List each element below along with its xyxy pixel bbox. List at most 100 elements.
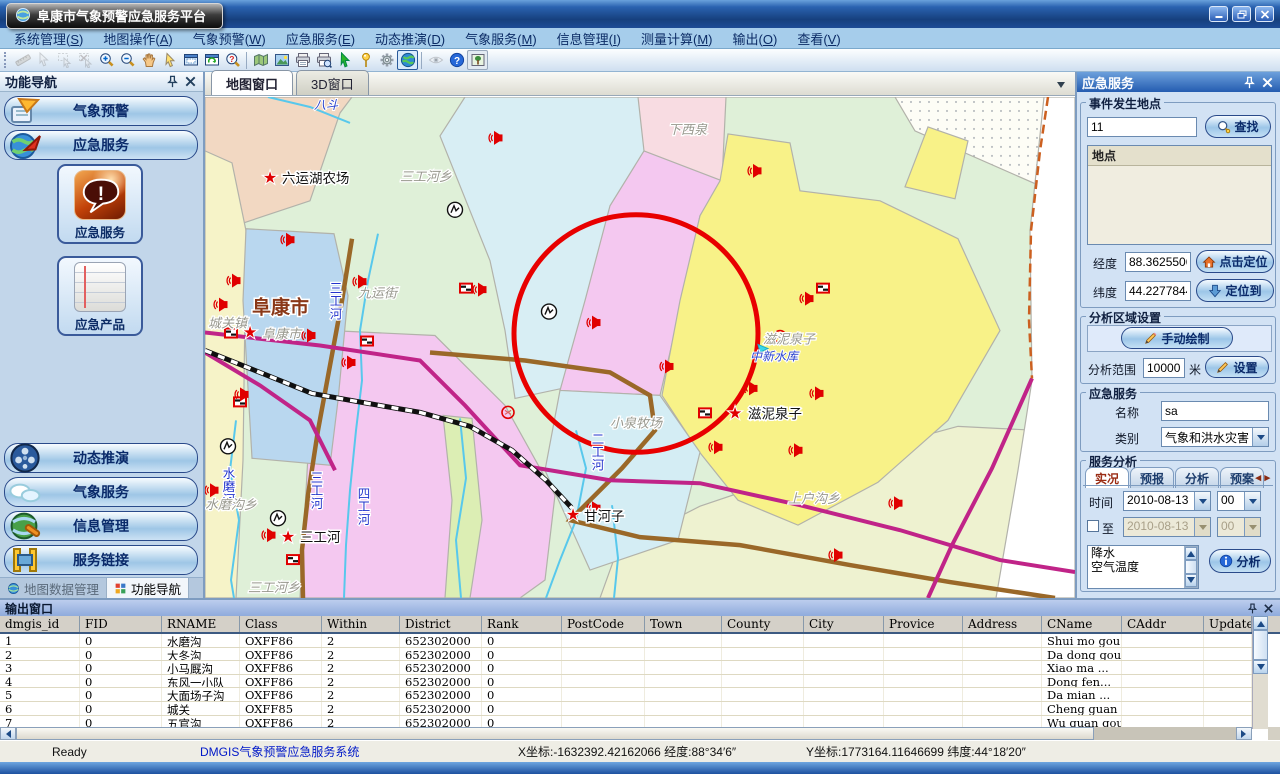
menu-item-3[interactable]: 应急服务(E) bbox=[276, 27, 365, 50]
flag-marker[interactable] bbox=[360, 336, 374, 347]
column-header-FID[interactable]: FID bbox=[80, 616, 162, 632]
column-header-RNAME[interactable]: RNAME bbox=[162, 616, 240, 632]
toolbar-print-preview[interactable] bbox=[313, 50, 334, 70]
date-select[interactable]: 2010-08-13 bbox=[1123, 491, 1211, 511]
table-row[interactable]: 10水磨沟OXFF8626523020000Shui mo gou bbox=[0, 634, 1252, 648]
place-list[interactable]: 地点 bbox=[1087, 145, 1272, 245]
toolbar-identify-magnifier[interactable]: ? bbox=[222, 50, 243, 70]
service-type-select[interactable]: 气象和洪水灾害 bbox=[1161, 427, 1269, 447]
nav-group-globe-arrow[interactable]: 应急服务 bbox=[4, 130, 198, 160]
event-location-input[interactable] bbox=[1087, 117, 1197, 137]
pin-icon[interactable] bbox=[1242, 75, 1257, 90]
column-header-Provice[interactable]: Provice bbox=[884, 616, 963, 632]
analyze-button[interactable]: 分析 bbox=[1209, 549, 1271, 573]
hour-select[interactable]: 00 bbox=[1217, 491, 1261, 511]
station-marker[interactable] bbox=[271, 511, 286, 526]
scroll-left-icon[interactable] bbox=[0, 727, 16, 740]
table-row[interactable]: 40东风一小队OXFF8626523020000Dong fen... bbox=[0, 675, 1252, 689]
table-row[interactable]: 60城关OXFF8526523020000Cheng guan bbox=[0, 702, 1252, 716]
table-vertical-scrollbar[interactable] bbox=[1252, 616, 1268, 729]
scroll-down-icon[interactable] bbox=[1185, 574, 1197, 587]
menu-item-0[interactable]: 系统管理(S) bbox=[4, 27, 93, 50]
column-header-CName[interactable]: CName bbox=[1042, 616, 1122, 632]
nav-group-globe-tools[interactable]: 信息管理 bbox=[4, 511, 198, 541]
table-horizontal-scrollbar[interactable] bbox=[0, 727, 1252, 740]
menu-item-1[interactable]: 地图操作(A) bbox=[93, 27, 182, 50]
toolbar-green-pointer[interactable] bbox=[334, 50, 355, 70]
shortcut-alert-bubble[interactable]: !应急服务 bbox=[57, 164, 143, 244]
scroll-up-icon[interactable] bbox=[1185, 547, 1197, 560]
toolbar-grip[interactable] bbox=[4, 52, 8, 68]
column-header-Update[interactable]: Update bbox=[1204, 616, 1252, 632]
column-header-Within[interactable]: Within bbox=[322, 616, 400, 632]
toolbar-globe-service[interactable] bbox=[397, 50, 418, 70]
scroll-right-icon[interactable] bbox=[1236, 727, 1252, 740]
pin-icon[interactable] bbox=[1246, 602, 1259, 615]
find-button[interactable]: 查找 bbox=[1205, 115, 1271, 138]
map-tab-dropdown-icon[interactable] bbox=[1053, 76, 1069, 92]
restore-button[interactable] bbox=[1232, 6, 1251, 22]
table-row[interactable]: 50大面场子沟OXFF8626523020000Da mian ... bbox=[0, 688, 1252, 702]
column-header-District[interactable]: District bbox=[400, 616, 482, 632]
column-header-dmgis_id[interactable]: dmgis_id bbox=[0, 616, 80, 632]
map-tab-1[interactable]: 3D窗口 bbox=[296, 70, 369, 95]
tab-scroll-right-icon[interactable]: ▸ bbox=[1263, 471, 1271, 484]
column-header-City[interactable]: City bbox=[804, 616, 884, 632]
shortcut-notepad[interactable]: 应急产品 bbox=[57, 256, 143, 336]
panel-tab-0[interactable]: 地图数据管理 bbox=[0, 578, 107, 598]
nav-group-clouds[interactable]: 气象服务 bbox=[4, 477, 198, 507]
place-list-header[interactable]: 地点 bbox=[1088, 146, 1271, 166]
toolbar-zoom-out[interactable] bbox=[117, 50, 138, 70]
column-header-CAddr[interactable]: CAddr bbox=[1122, 616, 1204, 632]
scroll-down-icon[interactable] bbox=[1253, 660, 1268, 674]
dropdown-arrow-icon[interactable] bbox=[1194, 492, 1210, 510]
star-marker[interactable]: ★ bbox=[281, 529, 295, 546]
manual-draw-button[interactable]: 手动绘制 bbox=[1121, 327, 1233, 349]
locate-to-button[interactable]: 定位到 bbox=[1196, 279, 1274, 302]
flag-marker[interactable] bbox=[286, 554, 300, 565]
nav-group-film-reel[interactable]: 动态推演 bbox=[4, 443, 198, 473]
service-name-input[interactable] bbox=[1161, 401, 1269, 421]
flag-marker[interactable] bbox=[459, 283, 473, 294]
menu-item-5[interactable]: 气象服务(M) bbox=[455, 27, 547, 50]
station-marker[interactable] bbox=[221, 439, 236, 454]
toolbar-gear-settings[interactable] bbox=[376, 50, 397, 70]
column-header-Address[interactable]: Address bbox=[963, 616, 1042, 632]
menu-item-8[interactable]: 输出(O) bbox=[723, 27, 788, 50]
column-header-Town[interactable]: Town bbox=[645, 616, 722, 632]
element-listbox[interactable]: 降水空气温度 bbox=[1087, 545, 1199, 589]
scroll-thumb[interactable] bbox=[1185, 560, 1197, 574]
toolbar-zoom-in[interactable] bbox=[96, 50, 117, 70]
menu-item-2[interactable]: 气象预警(W) bbox=[183, 27, 276, 50]
close-icon[interactable] bbox=[183, 74, 198, 89]
star-marker[interactable]: ★ bbox=[263, 170, 277, 187]
close-button[interactable] bbox=[1255, 6, 1274, 22]
column-header-County[interactable]: County bbox=[722, 616, 804, 632]
table-row[interactable]: 20大冬沟OXFF8626523020000Da dong gou bbox=[0, 648, 1252, 662]
menu-item-4[interactable]: 动态推演(D) bbox=[365, 27, 455, 50]
station-marker[interactable] bbox=[448, 202, 463, 217]
map-tab-0[interactable]: 地图窗口 bbox=[211, 70, 293, 95]
column-header-Rank[interactable]: Rank bbox=[482, 616, 562, 632]
to-checkbox[interactable] bbox=[1087, 520, 1099, 532]
map-canvas[interactable]: ★★★★★三工河三工河四工河水磨河二工河六运湖农场三工河乡下西泉九运街阜康市城关… bbox=[205, 96, 1075, 598]
listbox-scrollbar[interactable] bbox=[1184, 546, 1198, 588]
flag-marker[interactable] bbox=[816, 283, 830, 294]
station-marker[interactable] bbox=[542, 304, 557, 319]
element-item-0[interactable]: 降水 bbox=[1088, 546, 1198, 560]
star-marker[interactable]: ★ bbox=[566, 507, 580, 524]
set-range-button[interactable]: 设置 bbox=[1205, 356, 1269, 378]
scroll-thumb[interactable] bbox=[16, 727, 1094, 740]
scroll-up-icon[interactable] bbox=[1253, 616, 1268, 630]
star-marker[interactable]: ★ bbox=[728, 405, 742, 422]
menu-item-7[interactable]: 测量计算(M) bbox=[631, 27, 723, 50]
latitude-input[interactable] bbox=[1125, 281, 1191, 301]
longitude-input[interactable] bbox=[1125, 252, 1191, 272]
toolbar-pointer-arrow[interactable] bbox=[159, 50, 180, 70]
toolbar-pushpin[interactable] bbox=[355, 50, 376, 70]
toolbar-printer[interactable] bbox=[292, 50, 313, 70]
pin-icon[interactable] bbox=[165, 74, 180, 89]
nav-group-send-doc[interactable]: 气象预警 bbox=[4, 96, 198, 126]
toolbar-refresh-window[interactable] bbox=[201, 50, 222, 70]
nav-group-link-posts[interactable]: 服务链接 bbox=[4, 545, 198, 575]
